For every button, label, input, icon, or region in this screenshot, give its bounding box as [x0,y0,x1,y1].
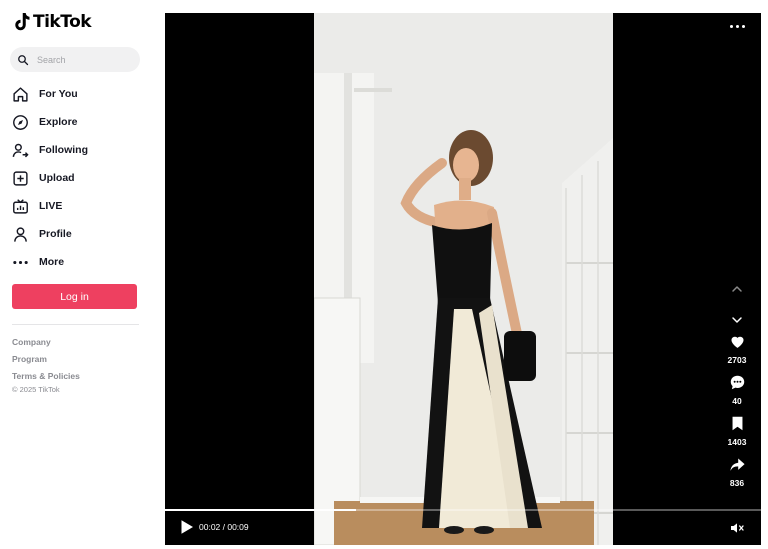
nav-item-following[interactable]: Following [12,136,142,164]
chevron-up-icon[interactable] [729,281,745,297]
save-count: 1403 [727,437,747,447]
more-dot [736,25,739,28]
sidebar: TikTok For You Explore Following [0,0,150,549]
player-controls: 00:02 / 00:09 [165,511,761,545]
search-box[interactable] [10,47,140,72]
volume-muted-icon[interactable] [729,520,745,536]
save-button[interactable]: 1403 [721,415,753,447]
nav-item-label: For You [39,88,78,100]
play-icon[interactable] [180,519,194,535]
nav-item-more[interactable]: More [12,248,142,276]
search-input[interactable] [37,54,132,65]
video-frame[interactable] [314,13,613,545]
nav-item-profile[interactable]: Profile [12,220,142,248]
heart-icon [730,336,744,348]
nav-item-label: More [39,256,65,268]
more-options-button[interactable] [730,25,745,28]
plus-square-icon [12,168,32,188]
search-icon [18,54,29,65]
sidebar-nav: For You Explore Following Upload LIVE Pr… [12,80,142,276]
footer-link-program[interactable]: Program [12,353,80,370]
more-dot [742,25,745,28]
login-button[interactable]: Log in [12,284,137,309]
nav-item-label: LIVE [39,200,63,212]
person-icon [12,224,32,244]
more-dots-icon [12,252,32,272]
comment-button[interactable]: 40 [721,374,753,406]
like-button[interactable]: 2703 [721,333,753,365]
share-arrow-icon [729,458,745,471]
share-count: 836 [729,478,745,488]
tiktok-logo[interactable]: TikTok [13,12,92,32]
sidebar-divider [12,324,139,325]
nav-item-label: Explore [39,116,78,128]
nav-item-label: Upload [39,172,75,184]
comment-count: 40 [732,396,742,406]
nav-item-explore[interactable]: Explore [12,108,142,136]
nav-item-live[interactable]: LIVE [12,192,142,220]
copyright-text: © 2025 TikTok [12,385,60,394]
video-scene-image [314,13,613,545]
logo-text: TikTok [33,12,92,32]
action-bar: 2703 40 1403 836 [721,333,753,497]
sidebar-footer: Company Program Terms & Policies © 2025 … [12,336,80,394]
like-count: 2703 [727,355,747,365]
nav-item-upload[interactable]: Upload [12,164,142,192]
chevron-down-icon[interactable] [729,312,745,328]
bookmark-icon [732,416,742,431]
nav-item-for-you[interactable]: For You [12,80,142,108]
nav-item-label: Profile [39,228,72,240]
time-display: 00:02 / 00:09 [199,522,249,532]
nav-item-label: Following [39,144,88,156]
live-tv-icon [12,196,32,216]
footer-link-company[interactable]: Company [12,336,80,353]
comment-icon [730,375,744,390]
more-dot [730,25,733,28]
share-button[interactable]: 836 [721,456,753,488]
following-icon [12,140,32,160]
tiktok-note-icon [15,13,30,31]
video-player[interactable]: 2703 40 1403 836 00:02 / 00:09 [165,13,761,545]
home-icon [12,84,32,104]
compass-icon [12,112,32,132]
